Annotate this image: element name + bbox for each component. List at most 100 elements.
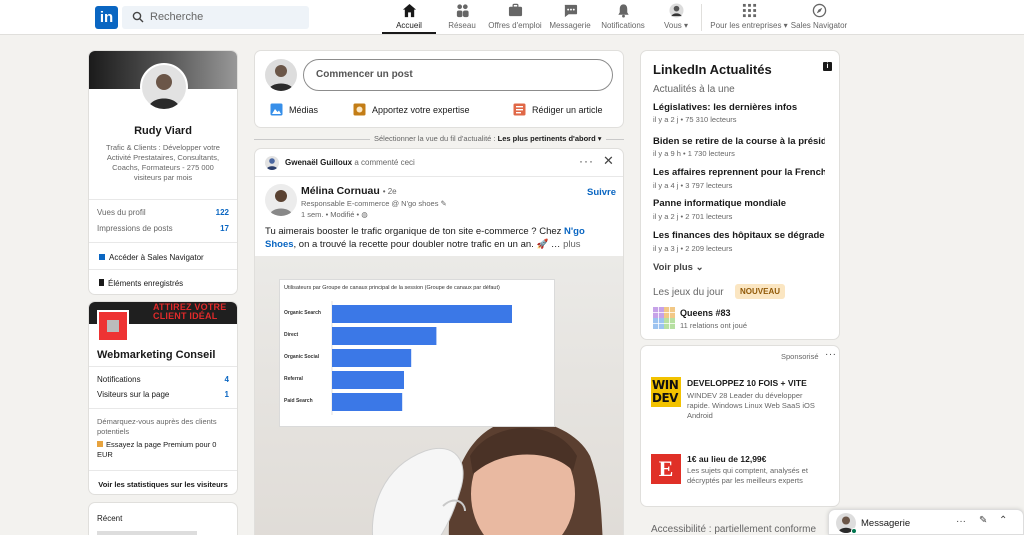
feed-sort-control[interactable]: Sélectionner la vue du fil d'actualité :… — [370, 134, 606, 143]
news-item-title[interactable]: Les finances des hôpitaux se dégradent — [653, 230, 825, 241]
games-heading: Les jeux du jour — [653, 287, 724, 298]
premium-trial-link[interactable]: Essayez la page Premium pour 0 EUR — [97, 440, 229, 460]
chevron-up-icon[interactable]: ⌃ — [999, 515, 1007, 526]
nav-notifications[interactable]: Notifications — [599, 3, 647, 34]
nav-messaging-label: Messagerie — [549, 21, 591, 30]
info-icon[interactable]: i — [823, 62, 832, 71]
media-button[interactable]: Médias — [270, 103, 318, 116]
nav-network[interactable]: Réseau — [444, 3, 480, 34]
commenter-name[interactable]: Gwenaël Guilloux — [285, 158, 352, 167]
new-badge: NOUVEAU — [735, 284, 786, 299]
nav-sales-navigator-label: Sales Navigator — [790, 21, 848, 30]
divider — [255, 176, 623, 177]
activity-text: a commenté ceci — [354, 158, 415, 167]
accessibility-link[interactable]: Accessibilité : partiellement conforme — [651, 524, 816, 535]
ad-description: WINDEV 28 Leader du développer rapide. W… — [687, 391, 815, 420]
recent-item[interactable] — [97, 531, 197, 535]
divider — [89, 408, 237, 409]
avatar[interactable] — [265, 59, 297, 91]
nav-home[interactable]: Accueil — [382, 3, 436, 34]
saved-items-link[interactable]: Éléments enregistrés — [99, 279, 183, 288]
news-item-meta: il y a 9 h • 1 730 lecteurs — [653, 149, 735, 158]
news-card: LinkedIn Actualités i Actualités à la un… — [640, 50, 840, 340]
queens-game-icon[interactable] — [653, 307, 675, 329]
avatar[interactable] — [265, 156, 279, 170]
close-icon[interactable]: ✕ — [603, 153, 614, 169]
follow-button[interactable]: Suivre — [587, 187, 616, 198]
profile-card: Rudy Viard Trafic & Clients : Développer… — [88, 50, 238, 295]
news-item-title[interactable]: Législatives: les dernières infos — [653, 102, 825, 113]
news-item-meta: il y a 2 j • 75 310 lecteurs — [653, 115, 737, 124]
divider — [89, 242, 237, 243]
avatar — [148, 74, 180, 109]
game-name[interactable]: Queens #83 — [680, 308, 731, 318]
nav-jobs-label: Offres d'emploi — [488, 21, 542, 30]
stat-value: 4 — [224, 375, 229, 384]
post-text-part: , on a trouvé la recette pour doubler no… — [293, 239, 561, 250]
chart-category-label: Referral — [284, 376, 304, 382]
news-item-title[interactable]: Panne informatique mondiale — [653, 198, 825, 209]
compose-message-icon[interactable]: ✎ — [979, 515, 987, 526]
more-options-icon[interactable]: ··· — [579, 154, 594, 168]
profile-photo[interactable] — [140, 63, 188, 111]
divider — [89, 366, 237, 367]
online-status-icon — [851, 528, 857, 534]
share-expertise-button[interactable]: Apportez votre expertise — [353, 103, 470, 116]
search-placeholder: Recherche — [150, 11, 204, 23]
ad-title[interactable]: 1€ au lieu de 12,99€ — [687, 454, 766, 464]
globe-icon: ◍ — [361, 210, 368, 219]
author-name[interactable]: Mélina Cornuau — [301, 185, 380, 197]
page-visitors-row[interactable]: Visiteurs sur la page 1 — [97, 390, 229, 399]
post-impressions-row[interactable]: Impressions de posts 17 — [97, 224, 229, 233]
see-more-link[interactable]: plus — [563, 239, 580, 250]
visitor-stats-link[interactable]: Voir les statistiques sur les visiteurs — [89, 480, 237, 489]
nav-me[interactable]: Vous ▾ — [660, 3, 692, 34]
news-item-title[interactable]: Les affaires reprennent pour la French… — [653, 167, 825, 178]
sales-navigator-link[interactable]: Accéder à Sales Navigator — [99, 253, 204, 262]
nav-divider — [701, 4, 702, 31]
profile-name[interactable]: Rudy Viard — [89, 125, 237, 137]
news-subtitle: Actualités à la une — [653, 84, 735, 95]
chevron-down-icon: ▾ — [597, 134, 602, 143]
nav-network-label: Réseau — [448, 21, 476, 30]
premium-trial-label: Essayez la page Premium pour 0 EUR — [97, 440, 217, 459]
page-notifications-row[interactable]: Notifications 4 — [97, 375, 229, 384]
connection-degree: • 2e — [382, 187, 397, 196]
search-input[interactable]: Recherche — [122, 6, 309, 29]
ad-title[interactable]: DEVELOPPEZ 10 FOIS + VITE — [687, 378, 807, 388]
lexpress-logo[interactable]: E — [651, 454, 681, 484]
start-post-button[interactable]: Commencer un post — [303, 59, 613, 91]
more-options-icon[interactable]: ··· — [956, 516, 966, 527]
avatar[interactable] — [265, 184, 297, 216]
nav-messaging[interactable]: Messagerie — [548, 3, 592, 34]
nav-notifications-label: Notifications — [601, 21, 645, 30]
premium-promo-text: Démarquez-vous auprès des clients potent… — [97, 417, 217, 436]
linkedin-logo[interactable]: in — [95, 6, 118, 29]
network-icon — [456, 4, 469, 18]
write-article-button[interactable]: Rédiger un article — [513, 103, 603, 116]
analytics-chart-panel: Utilisateurs par Groupe de canaux princi… — [279, 279, 555, 427]
news-item-title[interactable]: Biden se retire de la course à la présid… — [653, 136, 825, 147]
nav-home-label: Accueil — [396, 21, 422, 30]
page-logo[interactable] — [97, 310, 129, 342]
nav-sales-navigator[interactable]: Sales Navigator — [790, 3, 848, 34]
messaging-bar[interactable]: Messagerie ··· ✎ ⌃ — [828, 509, 1024, 535]
nav-business-label: Pour les entreprises — [710, 21, 782, 30]
post-text: Tu aimerais booster le trafic organique … — [265, 225, 615, 251]
chart-bar — [332, 305, 512, 323]
company-page-card: ATTIREZ VOTRE CLIENT IDÉAL Webmarketing … — [88, 301, 238, 495]
avatar — [668, 3, 684, 18]
page-name[interactable]: Webmarketing Conseil — [97, 349, 215, 361]
more-options-icon[interactable]: ··· — [825, 349, 837, 360]
profile-views-row[interactable]: Vues du profil 122 — [97, 208, 229, 217]
stat-value: 17 — [220, 224, 229, 233]
nav-business[interactable]: Pour les entreprises ▾ — [708, 3, 790, 34]
stat-value: 122 — [215, 208, 229, 217]
chart-category-label: Paid Search — [284, 398, 313, 404]
stat-label: Notifications — [97, 375, 141, 384]
ad-description: Les sujets qui comptent, analysés et déc… — [687, 466, 808, 485]
see-more-news-button[interactable]: Voir plus ⌄ — [653, 262, 704, 273]
nav-jobs[interactable]: Offres d'emploi — [486, 3, 544, 34]
windev-logo[interactable]: WIN DEV — [651, 377, 681, 407]
page-banner-text: ATTIREZ VOTRE CLIENT IDÉAL — [153, 302, 227, 321]
